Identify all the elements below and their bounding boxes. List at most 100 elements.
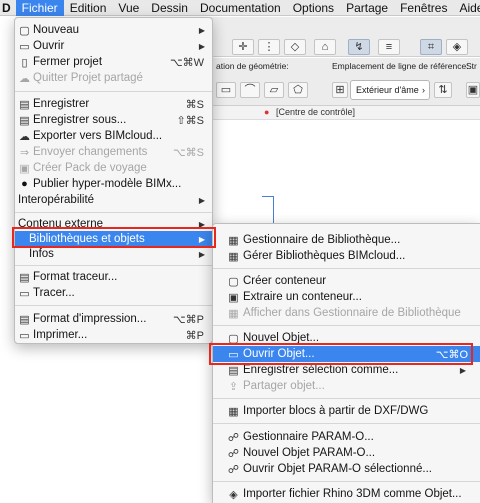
tab-status-icon: ● bbox=[264, 107, 270, 117]
menubar-aide[interactable]: Aide bbox=[453, 0, 480, 16]
tool-icon[interactable]: ⌂ bbox=[314, 39, 336, 55]
menu-separator bbox=[213, 423, 480, 424]
geometry-rotated-icon[interactable]: ⬠ bbox=[288, 82, 308, 98]
new-object-icon: ▢ bbox=[228, 332, 239, 345]
menu-item-shortcut: ⌥⌘W bbox=[169, 56, 204, 69]
menu-item-label: Enregistrer sous... bbox=[33, 114, 127, 126]
cube-icon[interactable]: ◇ bbox=[284, 39, 306, 55]
menu-item-label: Ouvrir bbox=[33, 40, 65, 52]
trace-icon[interactable]: ↯ bbox=[348, 39, 370, 55]
reference-line-icon[interactable]: ⊞ bbox=[332, 82, 348, 98]
menu-item-label: Nouvel Objet PARAM-O... bbox=[243, 447, 376, 459]
menu-separator bbox=[213, 268, 480, 269]
menu-item-envoyer-changements: ⇒ Envoyer changements ⌥⌘S bbox=[15, 144, 212, 160]
menu-item-publier-bimx[interactable]: ● Publier hyper-modèle BIMx... bbox=[15, 176, 212, 192]
menu-item-nouvel-objet[interactable]: ▢ Nouvel Objet... bbox=[213, 330, 480, 346]
menu-item-label: Gestionnaire de Bibliothèque... bbox=[243, 234, 401, 246]
menubar-fichier[interactable]: Fichier bbox=[15, 0, 64, 16]
menu-item-gerer-bibliotheques-bimcloud[interactable]: ▦ Gérer Bibliothèques BIMcloud... bbox=[213, 248, 480, 264]
menu-item-label: Gestionnaire PARAM-O... bbox=[243, 431, 374, 443]
menu-item-shortcut: ⌥⌘P bbox=[172, 313, 204, 326]
menu-item-nouvel-objet-param-o[interactable]: ☍ Nouvel Objet PARAM-O... bbox=[213, 445, 480, 461]
menu-item-interoperabilite[interactable]: Interopérabilité ▶ bbox=[15, 192, 212, 208]
menu-item-bibliotheques-objets[interactable]: Bibliothèques et objets ▶ bbox=[15, 231, 212, 247]
menu-item-gestionnaire-bibliotheque[interactable]: ▦ Gestionnaire de Bibliothèque... bbox=[213, 232, 480, 248]
menu-separator bbox=[15, 91, 212, 92]
layers-icon[interactable]: ◈ bbox=[446, 39, 468, 55]
submenu-arrow-icon: ▶ bbox=[198, 249, 205, 259]
menu-item-label: Partager objet... bbox=[243, 380, 325, 392]
bimcloud-libraries-icon: ▦ bbox=[228, 250, 239, 263]
menu-item-format-impression[interactable]: ▤ Format d'impression... ⌥⌘P bbox=[15, 311, 212, 327]
menu-bar: D Fichier Edition Vue Dessin Documentati… bbox=[0, 0, 480, 16]
open-folder-icon: ▭ bbox=[19, 40, 30, 53]
fichier-menu: ▢ Nouveau ▶ ▭ Ouvrir ▶ ▯ Fermer projet ⌥… bbox=[14, 17, 213, 344]
page-setup-icon: ▤ bbox=[19, 313, 30, 326]
structure-icon[interactable]: ▣ bbox=[466, 82, 480, 98]
align-icon[interactable]: ≡ bbox=[378, 39, 400, 55]
plotter-setup-icon: ▤ bbox=[19, 271, 30, 284]
menu-item-format-traceur[interactable]: ▤ Format traceur... bbox=[15, 269, 212, 285]
menubar-app[interactable]: D bbox=[0, 0, 16, 16]
selection-icon[interactable]: ⌗ bbox=[420, 39, 442, 55]
menubar-options[interactable]: Options bbox=[287, 0, 340, 16]
tab-control-center[interactable]: [Centre de contrôle] bbox=[276, 107, 355, 117]
menu-item-label: Publier hyper-modèle BIMx... bbox=[33, 178, 182, 190]
menu-item-label: Exporter vers BIMcloud... bbox=[33, 130, 163, 142]
menu-item-enregistrer-selection[interactable]: ▤ Enregistrer sélection comme... ▶ bbox=[213, 362, 480, 378]
import-rhino-icon: ◈ bbox=[229, 488, 238, 501]
menu-item-fermer-projet[interactable]: ▯ Fermer projet ⌥⌘W bbox=[15, 54, 212, 70]
reference-line-select[interactable]: Extérieur d'âme › bbox=[350, 80, 430, 100]
geometry-poly-icon[interactable]: ⌒ bbox=[240, 82, 260, 98]
new-icon: ▢ bbox=[19, 24, 30, 37]
save-as-icon: ▤ bbox=[19, 114, 30, 127]
menu-item-label: Tracer... bbox=[33, 287, 75, 299]
menu-item-ouvrir-objet-param-o[interactable]: ☍ Ouvrir Objet PARAM-O sélectionné... bbox=[213, 461, 480, 477]
export-bimcloud-icon: ☁ bbox=[19, 130, 30, 143]
menu-item-ouvrir-objet[interactable]: ▭ Ouvrir Objet... ⌥⌘O bbox=[213, 346, 480, 362]
geometry-straight-icon[interactable]: ▭ bbox=[216, 82, 236, 98]
grid-icon[interactable]: ⋮ bbox=[258, 39, 280, 55]
geometry-rect-icon[interactable]: ▱ bbox=[264, 82, 284, 98]
menu-item-label: Interopérabilité bbox=[18, 194, 95, 206]
menubar-documentation[interactable]: Documentation bbox=[194, 0, 287, 16]
menu-item-infos[interactable]: Infos ▶ bbox=[15, 246, 212, 262]
menu-item-importer-rhino[interactable]: ◈ Importer fichier Rhino 3DM comme Objet… bbox=[213, 486, 480, 502]
menu-item-label: Nouvel Objet... bbox=[243, 332, 320, 344]
menu-item-label: Enregistrer sélection comme... bbox=[243, 364, 399, 376]
snap-icon[interactable]: ✛ bbox=[232, 39, 254, 55]
menu-item-label: Importer fichier Rhino 3DM comme Objet..… bbox=[243, 488, 462, 500]
menu-item-imprimer[interactable]: ▭ Imprimer... ⌘P bbox=[15, 327, 212, 343]
menubar-edition[interactable]: Edition bbox=[64, 0, 113, 16]
submenu-arrow-icon: ▶ bbox=[198, 195, 205, 205]
menu-item-nouveau[interactable]: ▢ Nouveau ▶ bbox=[15, 22, 212, 38]
flip-icon[interactable]: ⇅ bbox=[434, 82, 452, 98]
menu-item-shortcut: ⌥⌘S bbox=[172, 146, 204, 159]
menu-item-label: Imprimer... bbox=[33, 329, 88, 341]
chevron-right-icon: › bbox=[422, 85, 425, 95]
menu-item-shortcut: ⌘P bbox=[185, 329, 204, 342]
menu-item-contenu-externe[interactable]: Contenu externe ▶ bbox=[15, 216, 212, 232]
menu-item-quitter-projet-partage: ☁ Quitter Projet partagé bbox=[15, 70, 212, 86]
menu-item-enregistrer-sous[interactable]: ▤ Enregistrer sous... ⇧⌘S bbox=[15, 112, 212, 128]
menu-item-importer-dxf-dwg[interactable]: ▦ Importer blocs à partir de DXF/DWG bbox=[213, 403, 480, 419]
menubar-vue[interactable]: Vue bbox=[112, 0, 145, 16]
menu-item-extraire-conteneur[interactable]: ▣ Extraire un conteneur... bbox=[213, 289, 480, 305]
menubar-fenetres[interactable]: Fenêtres bbox=[394, 0, 453, 16]
reference-line-label: Emplacement de ligne de référence: bbox=[332, 61, 469, 71]
menu-item-shortcut: ⇧⌘S bbox=[176, 114, 204, 127]
menu-item-label: Importer blocs à partir de DXF/DWG bbox=[243, 405, 429, 417]
menu-item-enregistrer[interactable]: ▤ Enregistrer ⌘S bbox=[15, 96, 212, 112]
menu-item-gestionnaire-param-o[interactable]: ☍ Gestionnaire PARAM-O... bbox=[213, 429, 480, 445]
submenu-arrow-icon: ▶ bbox=[198, 41, 205, 51]
menu-item-exporter-bimcloud[interactable]: ☁ Exporter vers BIMcloud... bbox=[15, 128, 212, 144]
menu-item-label: Format traceur... bbox=[33, 271, 118, 283]
new-param-o-icon: ☍ bbox=[227, 447, 240, 460]
menu-item-creer-conteneur[interactable]: ▢ Créer conteneur bbox=[213, 273, 480, 289]
menu-item-ouvrir[interactable]: ▭ Ouvrir ▶ bbox=[15, 38, 212, 54]
send-changes-icon: ⇒ bbox=[19, 146, 30, 159]
menubar-dessin[interactable]: Dessin bbox=[145, 0, 194, 16]
menubar-partage[interactable]: Partage bbox=[340, 0, 394, 16]
menu-item-tracer[interactable]: ▭ Tracer... bbox=[15, 285, 212, 301]
import-dxf-icon: ▦ bbox=[228, 405, 239, 418]
